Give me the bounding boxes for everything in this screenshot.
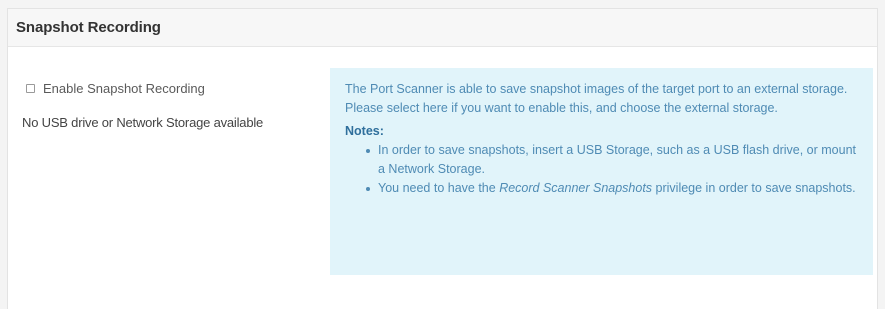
note-privilege-text-start: You need to have the — [378, 181, 500, 195]
enable-snapshot-recording-checkbox[interactable] — [26, 83, 35, 93]
info-description: The Port Scanner is able to save snapsho… — [345, 82, 848, 115]
panel-title: Snapshot Recording — [16, 19, 161, 36]
settings-column: Enable Snapshot Recording No USB drive o… — [22, 79, 322, 131]
privilege-name: Record Scanner Snapshots — [499, 181, 653, 195]
snapshot-recording-panel: Snapshot Recording Enable Snapshot Recor… — [7, 8, 878, 309]
info-box: The Port Scanner is able to save snapsho… — [330, 68, 873, 275]
note-item-usb-storage: In order to save snapshots, insert a USB… — [366, 141, 863, 179]
storage-unavailable-message: No USB drive or Network Storage availabl… — [22, 115, 264, 130]
panel-header: Snapshot Recording — [8, 9, 877, 47]
enable-snapshot-recording-label: Enable Snapshot Recording — [43, 80, 205, 96]
notes-list: In order to save snapshots, insert a USB… — [345, 141, 863, 198]
enable-snapshot-recording-option[interactable]: Enable Snapshot Recording — [22, 79, 322, 97]
notes-title: Notes: — [345, 124, 384, 138]
note-privilege-text-end: privilege in order to save snapshots. — [652, 181, 856, 195]
note-item-privilege: You need to have the Record Scanner Snap… — [366, 179, 863, 198]
